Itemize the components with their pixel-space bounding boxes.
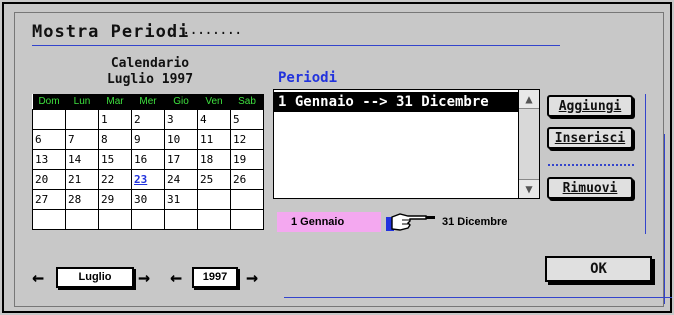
next-month-arrow-icon[interactable]: → bbox=[138, 266, 150, 288]
calendar-day-cell[interactable]: 27 bbox=[32, 189, 66, 210]
dialog-title-suffix: ........ bbox=[182, 22, 242, 38]
calendar-day-cell[interactable]: 10 bbox=[164, 129, 198, 150]
calendar-day-cell[interactable]: 9 bbox=[131, 129, 165, 150]
weekday-header: Mar bbox=[98, 94, 132, 110]
weekday-header: Gio bbox=[164, 94, 198, 110]
calendar-week-row: 20 21 22 23 24 25 26 bbox=[32, 169, 264, 190]
calendar-day-cell[interactable]: 26 bbox=[230, 169, 264, 190]
period-end: 31 Dicembre bbox=[442, 216, 508, 228]
calendar-week-row bbox=[32, 209, 264, 230]
scroll-down-icon[interactable]: ▼ bbox=[519, 179, 539, 198]
weekday-header: Ven bbox=[197, 94, 231, 110]
calendar-day-cell[interactable]: 4 bbox=[197, 109, 231, 130]
calendar-day-cell[interactable]: 6 bbox=[32, 129, 66, 150]
calendar-day-cell[interactable]: 17 bbox=[164, 149, 198, 170]
calendar-day-cell[interactable]: 16 bbox=[131, 149, 165, 170]
bottom-line bbox=[284, 297, 672, 298]
year-selector[interactable]: 1997 bbox=[192, 267, 238, 288]
calendar-week-row: 12345 bbox=[32, 109, 264, 130]
calendar-week-row: 27 28 29 30 31 bbox=[32, 189, 264, 210]
calendar-day-cell[interactable]: 11 bbox=[197, 129, 231, 150]
calendar-day-cell bbox=[197, 189, 231, 210]
calendar-day-cell bbox=[197, 209, 231, 230]
calendar-grid: Dom Lun Mar Mer Gio Ven Sab 1 2 3 4 5 6 7 8 9 10 11 12 13 1… bbox=[32, 94, 264, 230]
pointing-hand-icon bbox=[386, 211, 436, 233]
period-start: 1 Gennaio bbox=[277, 212, 381, 232]
right-vertical-line bbox=[645, 94, 646, 234]
scrollbar[interactable]: ▲ ▼ bbox=[518, 90, 539, 198]
prev-year-arrow-icon[interactable]: ← bbox=[170, 266, 182, 288]
periods-list[interactable]: 1 Gennaio --> 31 Dicembre ▲ ▼ bbox=[273, 89, 540, 199]
calendar-day-cell[interactable]: 19 bbox=[230, 149, 264, 170]
calendar-day-cell[interactable]: 13 bbox=[32, 149, 66, 170]
calendar-day-cell[interactable]: 21 bbox=[65, 169, 99, 190]
calendar-day-cell[interactable]: 14 bbox=[65, 149, 99, 170]
title-underline bbox=[32, 45, 560, 46]
calendar-day-cell[interactable]: 3 bbox=[164, 109, 198, 130]
dialog-title: Mostra Periodi bbox=[32, 22, 190, 42]
calendar-day-cell bbox=[164, 209, 198, 230]
add-button[interactable]: Aggiungi bbox=[547, 95, 633, 117]
calendar-day-cell[interactable]: 30 bbox=[131, 189, 165, 210]
insert-button[interactable]: Inserisci bbox=[547, 127, 633, 149]
calendar-day-cell[interactable]: 18 bbox=[197, 149, 231, 170]
ok-button[interactable]: OK bbox=[545, 256, 652, 282]
calendar-body: 1 2 3 4 5 6 7 8 9 10 11 12 13 14 15 16 17 18 19 20 21 22 23 24 2… bbox=[32, 109, 264, 230]
calendar-day-cell bbox=[32, 209, 66, 230]
calendar-day-cell bbox=[32, 109, 66, 130]
weekday-header: Dom bbox=[32, 94, 66, 110]
calendar-day-cell[interactable]: 23 bbox=[131, 169, 165, 190]
calendar-day-cell[interactable]: 8 bbox=[98, 129, 132, 150]
calendar-day-cell[interactable]: 5 bbox=[230, 109, 264, 130]
calendar-day-cell bbox=[98, 209, 132, 230]
calendar-day-cell[interactable]: 2 bbox=[131, 109, 165, 130]
calendar-day-cell[interactable]: 1 bbox=[98, 109, 132, 130]
prev-month-arrow-icon[interactable]: ← bbox=[32, 266, 44, 288]
calendar-day-cell[interactable]: 20 bbox=[32, 169, 66, 190]
remove-button[interactable]: Rimuovi bbox=[547, 177, 633, 199]
calendar-day-cell bbox=[131, 209, 165, 230]
calendar-day-cell bbox=[230, 189, 264, 210]
calendar-day-cell[interactable]: 31 bbox=[164, 189, 198, 210]
calendar-day-cell[interactable]: 28 bbox=[65, 189, 99, 210]
periods-label: Periodi bbox=[278, 70, 338, 86]
calendar-day-cell[interactable]: 25 bbox=[197, 169, 231, 190]
calendar-week-row: 13 14 15 16 17 18 19 bbox=[32, 149, 264, 170]
weekday-header: Sab bbox=[230, 94, 264, 110]
calendar-day-cell[interactable]: 7 bbox=[65, 129, 99, 150]
weekday-header: Lun bbox=[65, 94, 99, 110]
calendar-day-cell bbox=[65, 209, 99, 230]
separator bbox=[548, 164, 634, 166]
calendar-month-year: Luglio 1997 bbox=[106, 72, 194, 87]
calendar-heading: Calendario bbox=[110, 56, 190, 71]
calendar-day-cell[interactable]: 15 bbox=[98, 149, 132, 170]
calendar-day-cell[interactable]: 12 bbox=[230, 129, 264, 150]
calendar-weekday-row: Dom Lun Mar Mer Gio Ven Sab bbox=[32, 94, 264, 110]
calendar-day-cell bbox=[65, 109, 99, 130]
calendar-day-cell[interactable]: 24 bbox=[164, 169, 198, 190]
scroll-up-icon[interactable]: ▲ bbox=[519, 90, 539, 109]
calendar-day-cell[interactable]: 22 bbox=[98, 169, 132, 190]
calendar-header: Calendario Luglio 1997 bbox=[32, 56, 268, 88]
list-item[interactable]: 1 Gennaio --> 31 Dicembre bbox=[274, 92, 519, 112]
next-year-arrow-icon[interactable]: → bbox=[246, 266, 258, 288]
weekday-header: Mer bbox=[131, 94, 165, 110]
calendar-week-row: 6 7 8 9 10 11 12 bbox=[32, 129, 264, 150]
month-navigator: ← Luglio → ← 1997 → bbox=[32, 266, 268, 288]
month-selector[interactable]: Luglio bbox=[56, 267, 134, 288]
far-right-vertical-line bbox=[664, 134, 665, 304]
calendar-day-cell[interactable]: 29 bbox=[98, 189, 132, 210]
calendar-day-cell bbox=[230, 209, 264, 230]
